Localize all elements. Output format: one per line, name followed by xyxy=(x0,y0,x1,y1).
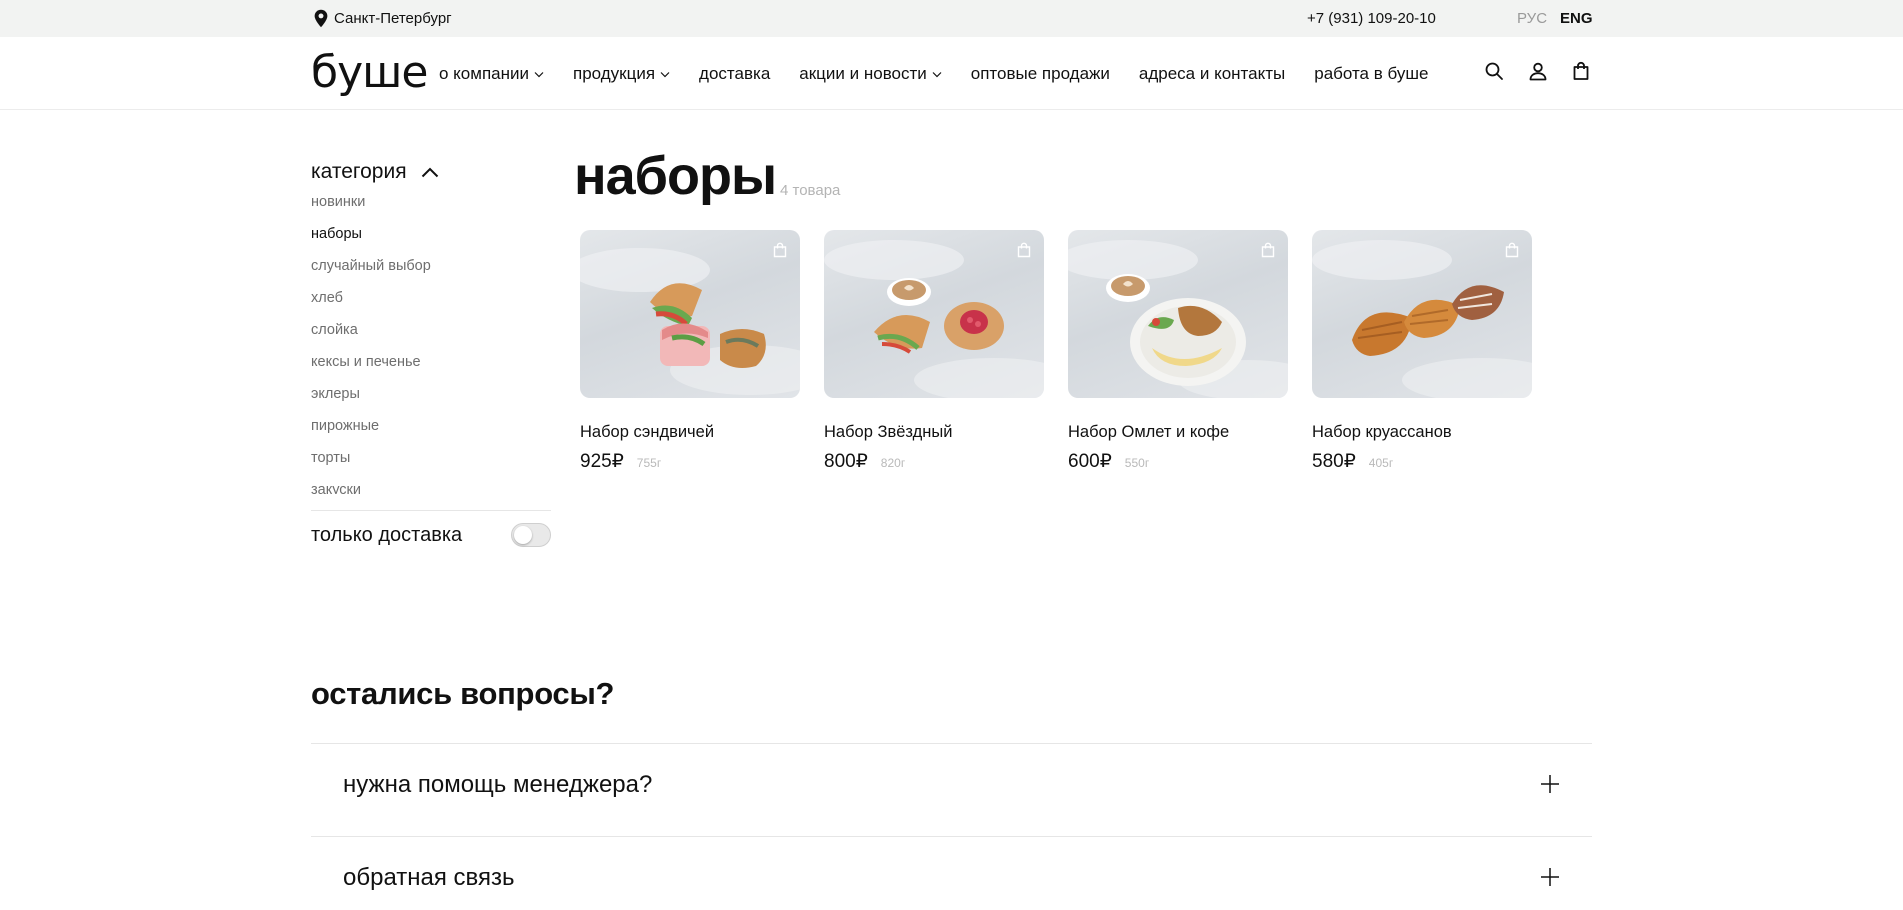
star-set-photo xyxy=(824,240,1044,398)
chevron-up-icon xyxy=(421,167,438,178)
main-nav: о компании продукция доставка акции и но… xyxy=(439,64,1428,84)
product-weight: 755г xyxy=(636,456,662,470)
nav-label: акции и новости xyxy=(799,64,927,83)
product-card[interactable]: Набор сэндвичей 925₽ 755г xyxy=(580,230,800,473)
user-icon xyxy=(1529,62,1547,81)
product-card[interactable]: Набор Омлет и кофе 600₽ 550г xyxy=(1068,230,1288,473)
product-name[interactable]: Набор круассанов xyxy=(1312,423,1532,442)
site-header: буше о компании продукция доставка акции… xyxy=(0,37,1903,110)
product-weight: 405г xyxy=(1368,456,1394,470)
nav-label: доставка xyxy=(699,64,771,83)
sandwich-set-photo xyxy=(580,248,800,395)
category-title: категория xyxy=(311,160,407,183)
category-item-cakes-cookies[interactable]: кексы и печенье xyxy=(311,354,421,370)
logo[interactable]: буше xyxy=(311,51,429,95)
top-utility-bar: Санкт-Петербург +7 (931) 109-20-10 РУС E… xyxy=(0,0,1903,37)
nav-item-addresses[interactable]: адреса и контакты xyxy=(1139,64,1285,84)
delivery-only-filter: только доставка xyxy=(311,523,551,547)
category-sidebar: категория новинки наборы случайный выбор… xyxy=(311,158,551,494)
location-pin-icon xyxy=(314,9,328,28)
product-price-row: 800₽ 820г xyxy=(824,450,1044,473)
add-to-cart-icon[interactable] xyxy=(772,242,788,258)
product-card[interactable]: Набор круассанов 580₽ 405г xyxy=(1312,230,1532,473)
category-item-sets[interactable]: наборы xyxy=(311,226,362,242)
category-item-eclairs[interactable]: эклеры xyxy=(311,386,360,402)
product-weight: 550г xyxy=(1124,456,1150,470)
add-to-cart-icon[interactable] xyxy=(1016,242,1032,258)
nav-item-products[interactable]: продукция xyxy=(573,64,670,84)
nav-item-delivery[interactable]: доставка xyxy=(699,64,770,84)
plus-icon[interactable] xyxy=(1540,774,1560,794)
page-title: наборы xyxy=(574,146,777,206)
city-label: Санкт-Петербург xyxy=(334,10,452,27)
cart-button[interactable] xyxy=(1571,61,1591,86)
product-price-row: 580₽ 405г xyxy=(1312,450,1532,473)
product-name[interactable]: Набор Омлет и кофе xyxy=(1068,423,1288,442)
nav-item-wholesale[interactable]: оптовые продажи xyxy=(971,64,1110,84)
omelette-coffee-set-photo xyxy=(1068,240,1288,398)
product-name[interactable]: Набор сэндвичей xyxy=(580,423,800,442)
accordion-label: обратная связь xyxy=(343,864,515,891)
category-item-random[interactable]: случайный выбор xyxy=(311,258,431,274)
toggle-knob xyxy=(514,526,532,544)
nav-item-promo-news[interactable]: акции и новости xyxy=(799,64,942,84)
phone-link[interactable]: +7 (931) 109-20-10 xyxy=(1307,10,1436,27)
chevron-down-icon xyxy=(932,71,942,77)
product-count: 4 товара xyxy=(780,182,841,199)
account-button[interactable] xyxy=(1528,61,1548,86)
product-price-row: 600₽ 550г xyxy=(1068,450,1288,473)
product-price: 925₽ xyxy=(580,451,624,472)
nav-label: работа в буше xyxy=(1314,64,1429,83)
product-price-row: 925₽ 755г xyxy=(580,450,800,473)
product-name[interactable]: Набор Звёздный xyxy=(824,423,1044,442)
category-item-pastries[interactable]: пирожные xyxy=(311,418,379,434)
add-to-cart-icon[interactable] xyxy=(1504,242,1520,258)
product-image-croissant-set[interactable] xyxy=(1312,230,1532,398)
category-toggle[interactable]: категория xyxy=(311,158,551,186)
sidebar-divider xyxy=(311,510,551,511)
product-price: 800₽ xyxy=(824,451,868,472)
category-item-new[interactable]: новинки xyxy=(311,194,365,210)
category-item-snacks[interactable]: закуски xyxy=(311,482,361,494)
delivery-only-label: только доставка xyxy=(311,523,463,546)
language-en[interactable]: ENG xyxy=(1560,10,1593,27)
product-price: 600₽ xyxy=(1068,451,1112,472)
chevron-down-icon xyxy=(534,71,544,77)
add-to-cart-icon[interactable] xyxy=(1260,242,1276,258)
nav-label: продукция xyxy=(573,64,656,83)
product-weight: 820г xyxy=(880,456,906,470)
city-selector[interactable]: Санкт-Петербург xyxy=(313,9,452,28)
questions-title: остались вопросы? xyxy=(311,676,615,711)
cart-icon xyxy=(1573,61,1589,80)
nav-label: о компании xyxy=(439,64,529,83)
croissant-set-photo xyxy=(1312,240,1532,398)
nav-label: оптовые продажи xyxy=(970,64,1110,83)
nav-label: адреса и контакты xyxy=(1138,64,1286,83)
chevron-down-icon xyxy=(660,71,670,77)
accordion-feedback[interactable]: обратная связь xyxy=(311,837,1592,910)
product-image-star-set[interactable] xyxy=(824,230,1044,398)
product-price: 580₽ xyxy=(1312,451,1356,472)
search-icon xyxy=(1485,62,1503,80)
search-button[interactable] xyxy=(1484,61,1504,86)
category-item-bread[interactable]: хлеб xyxy=(311,290,343,306)
delivery-only-toggle[interactable] xyxy=(511,523,551,547)
category-item-puff[interactable]: слойка xyxy=(311,322,358,338)
language-ru[interactable]: РУС xyxy=(1517,10,1547,27)
accordion-manager-help[interactable]: нужна помощь менеджера? xyxy=(311,744,1592,836)
nav-item-company[interactable]: о компании xyxy=(439,64,544,84)
product-image-omelette-coffee-set[interactable] xyxy=(1068,230,1288,398)
accordion-label: нужна помощь менеджера? xyxy=(343,771,653,798)
category-item-tortes[interactable]: торты xyxy=(311,450,350,466)
plus-icon[interactable] xyxy=(1540,867,1560,887)
nav-item-careers[interactable]: работа в буше xyxy=(1314,64,1428,84)
product-card[interactable]: Набор Звёздный 800₽ 820г xyxy=(824,230,1044,473)
category-list[interactable]: новинки наборы случайный выбор хлеб слой… xyxy=(311,194,551,494)
product-image-sandwich-set[interactable] xyxy=(580,230,800,398)
